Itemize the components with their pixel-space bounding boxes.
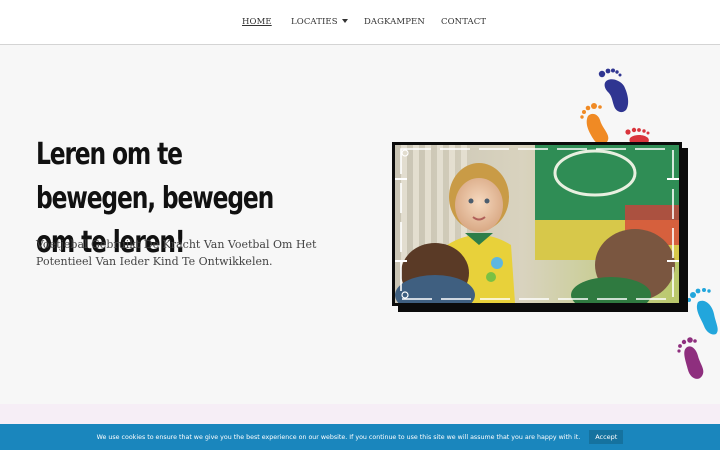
chevron-down-icon [341,19,348,23]
nav-contact[interactable]: CONTACT [441,17,486,27]
nav-home[interactable]: HOME [242,17,272,27]
footprints-decoration-icon [580,68,650,146]
nav-locaties-label: LOCATIES [291,17,338,27]
site-header: HOME LOCATIES DAGKAMPEN CONTACT [0,0,720,45]
child-photo-image [395,145,679,303]
headline-line-1: Leren om te bewegen, bewegen [36,137,274,216]
section-divider [0,404,720,424]
cookie-text: We use cookies to ensure that we give yo… [96,433,581,441]
photo-frame [392,142,682,306]
accept-cookies-button[interactable]: Accept [589,430,624,444]
cookie-banner: We use cookies to ensure that we give yo… [0,424,720,450]
nav-dagkampen[interactable]: DAGKAMPEN [364,17,425,27]
hero-subtext: Voetjebal Gebruikt De Kracht Van Voetbal… [36,238,317,268]
nav-locaties[interactable]: LOCATIES [291,17,348,27]
hero-photo [392,142,688,312]
